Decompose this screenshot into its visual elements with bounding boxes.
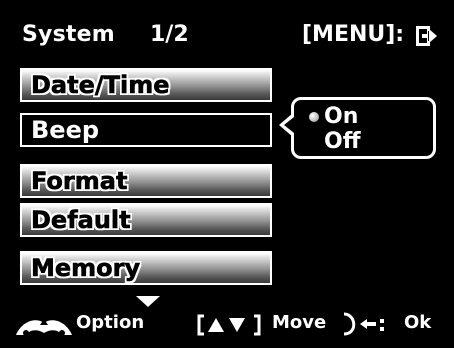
beep-options-popup: On Off (291, 97, 436, 159)
menu-item-label: Format (31, 167, 128, 196)
menu-item-label: Beep (31, 116, 100, 144)
screen: System 1/2 [MENU]: Date/Time Beep Format… (0, 0, 454, 348)
option-off[interactable]: Off (324, 129, 361, 154)
shutter-return-icon (343, 312, 384, 336)
menu-item-format[interactable]: Format (20, 164, 272, 198)
footer-move-label: Move (272, 312, 327, 333)
radio-selected-icon (309, 112, 319, 122)
menu-item-label: Default (31, 206, 131, 235)
menu-item-label: Memory (31, 254, 141, 283)
popup-pointer-inner (284, 117, 294, 133)
menu-item-memory[interactable]: Memory (20, 251, 272, 285)
option-on[interactable]: On (324, 104, 358, 129)
menu-exit-hint: [MENU]: (302, 22, 405, 47)
menu-item-default[interactable]: Default (20, 203, 272, 237)
footer-option-label: Option (76, 312, 145, 333)
exit-arrow-icon[interactable] (416, 26, 438, 46)
menu-item-beep[interactable]: Beep (20, 113, 272, 147)
footer-ok-label: Ok (404, 312, 432, 333)
menu-item-label: Date/Time (31, 71, 170, 100)
up-down-bracket-icon (197, 314, 261, 336)
menu-item-date-time[interactable]: Date/Time (20, 68, 272, 102)
zoom-dial-icon (16, 319, 72, 336)
down-arrow-icon (136, 296, 160, 307)
page-indicator: 1/2 (150, 22, 189, 47)
screen-title: System (22, 22, 115, 47)
